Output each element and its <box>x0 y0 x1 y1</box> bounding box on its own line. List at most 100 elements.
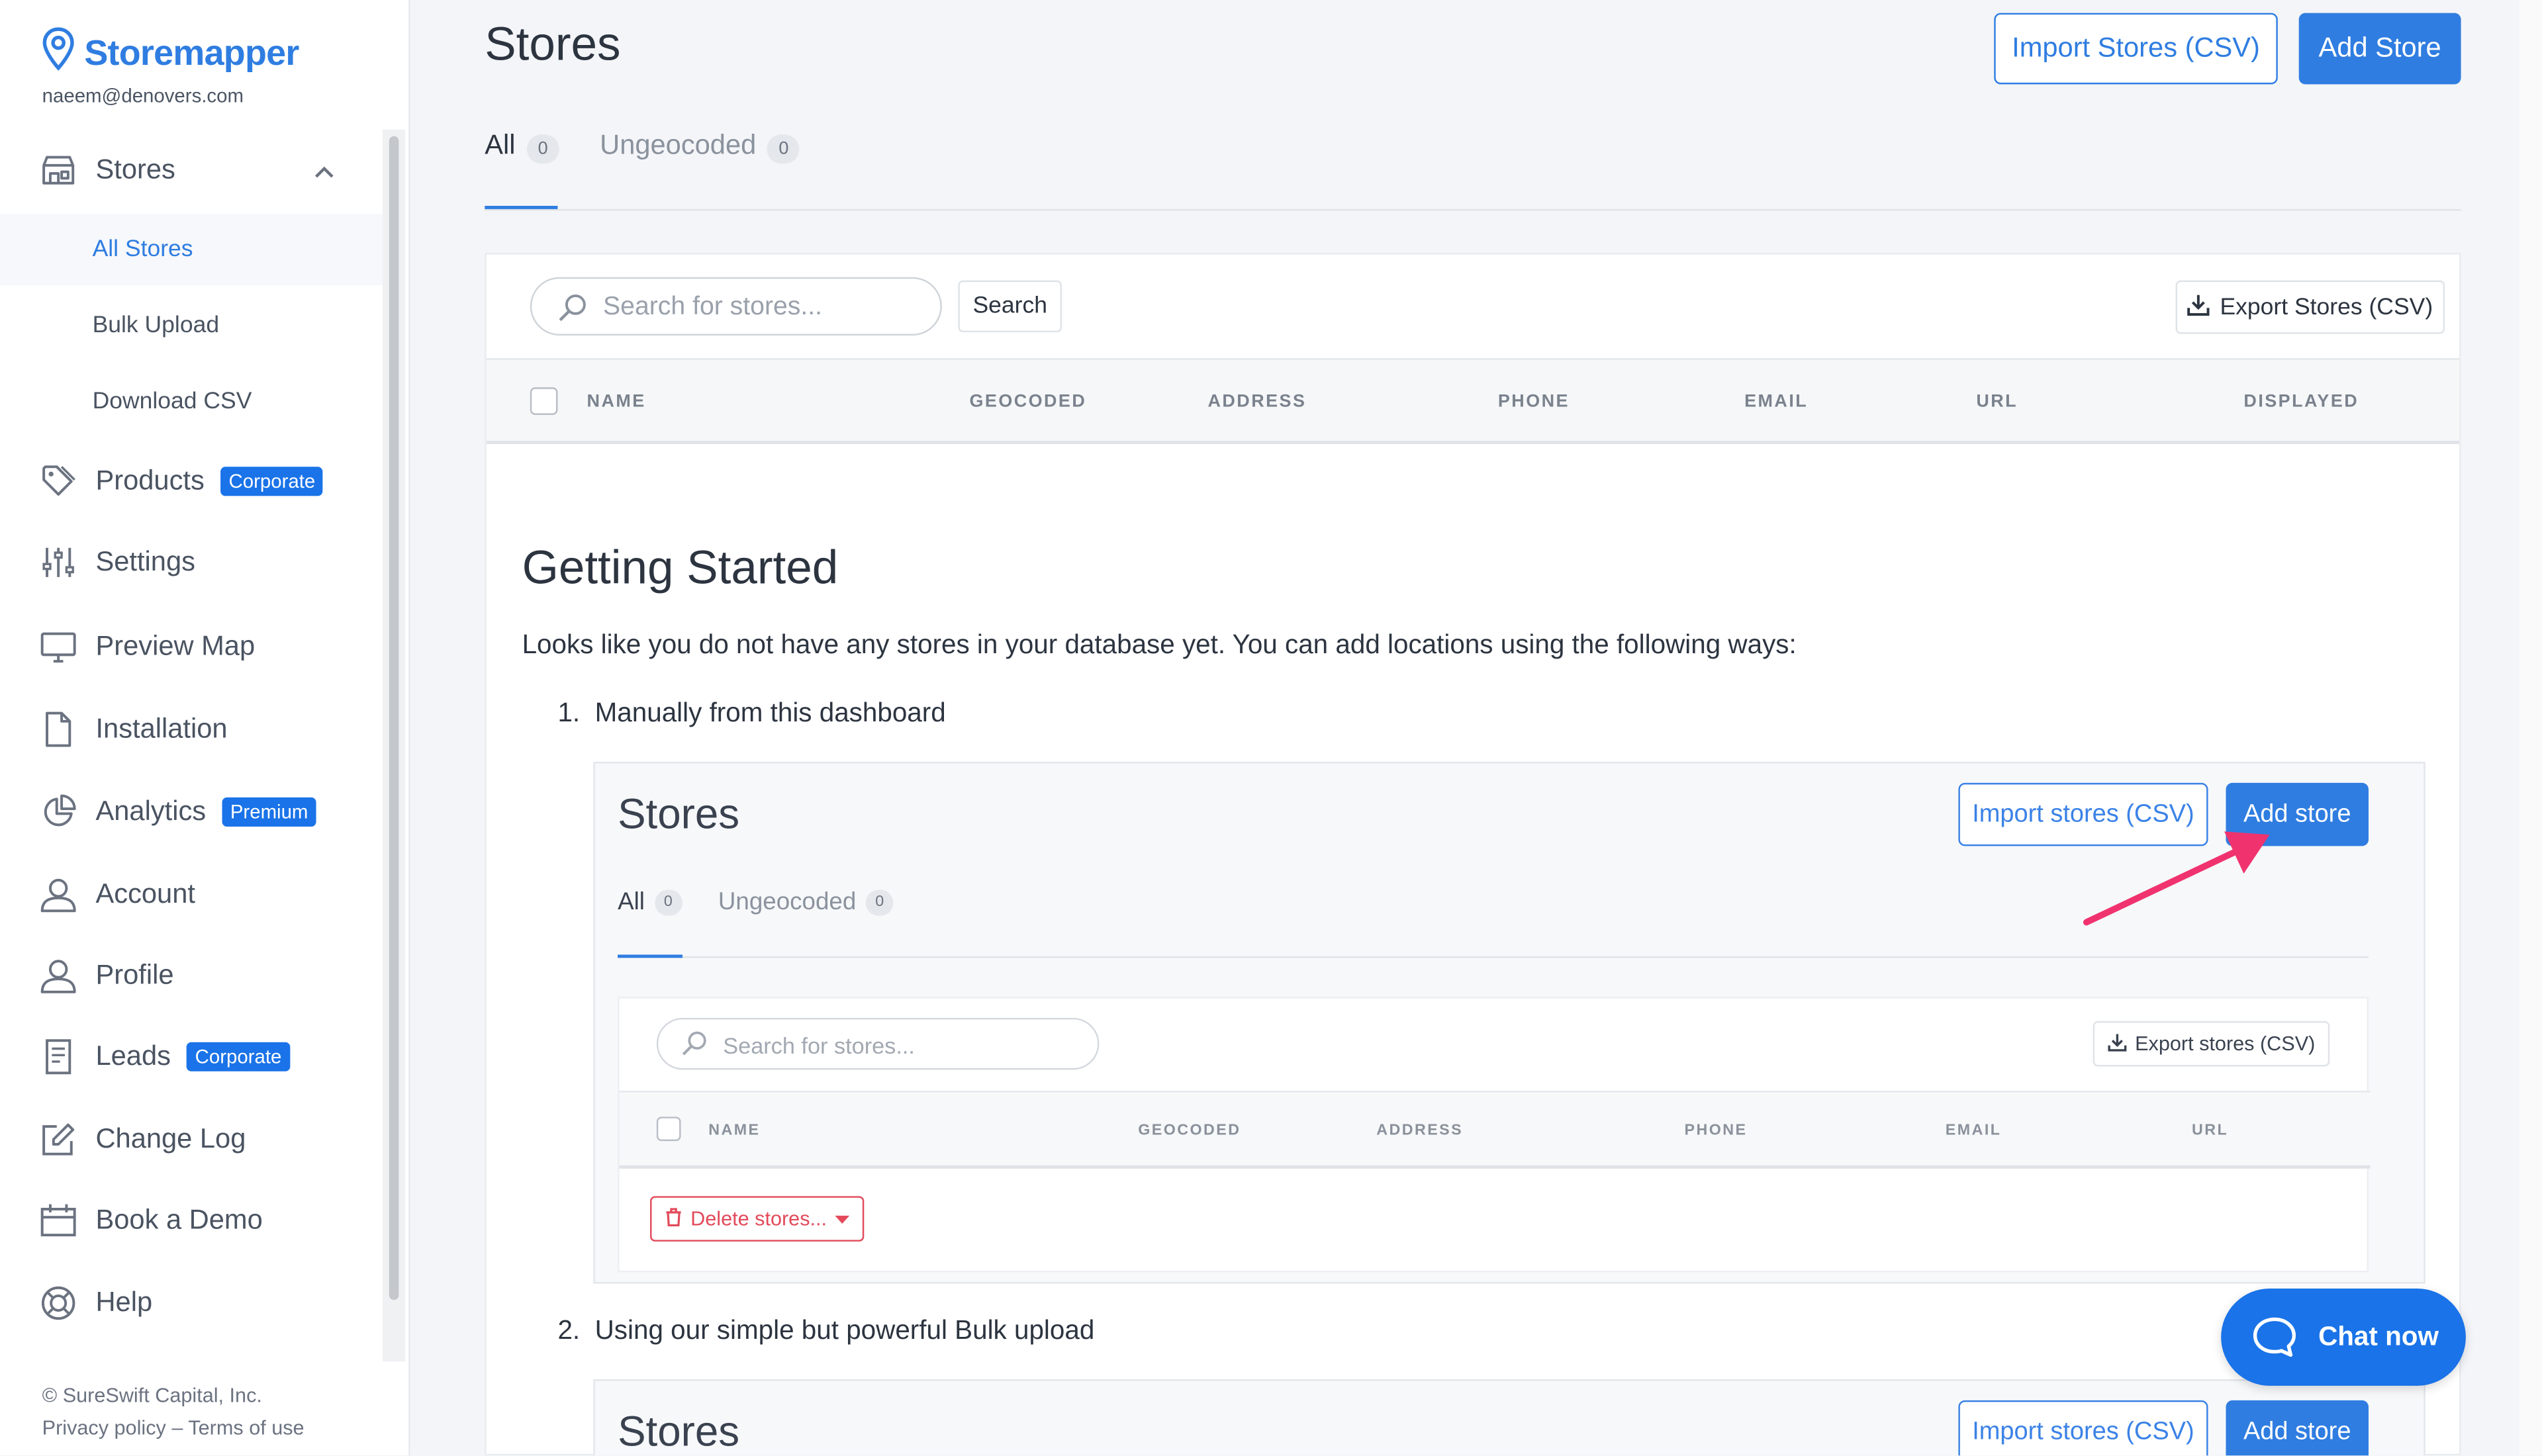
search-icon <box>557 293 587 330</box>
step-text: Using our simple but powerful Bulk uploa… <box>594 1316 1095 1345</box>
example-column-header: ADDRESS <box>1376 1121 1464 1140</box>
logo[interactable]: Storemapper <box>39 26 299 79</box>
sidebar-item-label: Preview Map <box>95 630 256 662</box>
example-column-header: GEOCODED <box>1138 1121 1241 1140</box>
column-header-name[interactable]: NAME <box>587 392 646 412</box>
privacy-link[interactable]: Privacy policy <box>42 1416 166 1439</box>
file-icon <box>40 711 76 747</box>
document-icon <box>40 1039 76 1075</box>
sidebar-item-label: Change Log <box>95 1123 246 1154</box>
sidebar-item-products[interactable]: Products Corporate <box>0 449 383 514</box>
calendar-icon <box>40 1203 76 1238</box>
tab-ungeocoded[interactable]: Ungeocoded 0 <box>600 129 800 164</box>
tab-count: 0 <box>865 889 894 915</box>
step-text: Manually from this dashboard <box>594 698 946 728</box>
chevron-up-icon[interactable] <box>313 159 336 188</box>
search-icon <box>681 1031 707 1062</box>
column-header-displayed[interactable]: DISPLAYED <box>2243 392 2359 412</box>
scrollbar-thumb[interactable] <box>389 136 399 1300</box>
sidebar-item-change-log[interactable]: Change Log <box>0 1107 383 1172</box>
example-search: Search for stores... <box>656 1017 1100 1070</box>
sliders-icon <box>40 545 76 580</box>
sidebar-item-settings[interactable]: Settings <box>0 530 383 595</box>
sidebar-item-label: Account <box>95 878 195 909</box>
sidebar-subitem-label: Download CSV <box>92 388 252 415</box>
sidebar-item-leads[interactable]: Leads Corporate <box>0 1024 383 1089</box>
sidebar-subitem-all-stores[interactable]: All Stores <box>0 214 383 286</box>
download-icon <box>2108 1032 2127 1056</box>
sidebar-item-label: Settings <box>95 546 195 577</box>
user-icon <box>40 877 76 913</box>
search-input[interactable] <box>603 290 927 326</box>
monitor-icon <box>40 629 76 664</box>
store-icon <box>40 152 76 188</box>
active-tab-indicator <box>485 206 558 209</box>
example-card: Search for stores... Export stores (CSV)… <box>618 997 2371 1273</box>
tab-label: All <box>618 888 645 916</box>
chat-bubble-icon <box>2252 1316 2298 1367</box>
sidebar-subitem-download-csv[interactable]: Download CSV <box>0 366 383 437</box>
tab-count: 0 <box>526 134 559 164</box>
stores-card: Search Export Stores (CSV) NAME GEOCODED… <box>485 253 2461 1456</box>
export-stores-button[interactable]: Export Stores (CSV) <box>2175 280 2445 334</box>
brand-name: Storemapper <box>84 31 299 72</box>
example-export-button: Export stores (CSV) <box>2093 1021 2330 1067</box>
store-tabs: All 0 Ungeocoded 0 <box>485 126 2461 211</box>
example-add-button: Add store <box>2226 1400 2369 1456</box>
sidebar-item-label: Leads <box>95 1040 171 1071</box>
search-box <box>530 277 942 336</box>
sidebar-scrollbar[interactable] <box>382 129 406 1362</box>
sidebar-item-stores[interactable]: Stores <box>0 138 383 203</box>
sidebar-item-book-a-demo[interactable]: Book a Demo <box>0 1188 383 1253</box>
edit-icon <box>40 1122 76 1158</box>
corporate-badge: Corporate <box>220 467 324 496</box>
import-stores-button[interactable]: Import Stores (CSV) <box>1994 13 2278 85</box>
example-column-header: PHONE <box>1684 1121 1748 1140</box>
page-scrollbar[interactable] <box>2519 0 2542 1456</box>
example-tab-ungeocoded: Ungeocoded 0 <box>718 888 894 916</box>
example-delete-label: Delete stores... <box>690 1207 827 1230</box>
sidebar-item-profile[interactable]: Profile <box>0 943 383 1008</box>
caret-down-icon <box>835 1208 850 1230</box>
chat-label: Chat now <box>2318 1322 2439 1352</box>
example-export-label: Export stores (CSV) <box>2135 1032 2316 1056</box>
sidebar: Storemapper naeem@denovers.com Stores Al… <box>0 0 410 1456</box>
example-screenshot-manual: Stores Import stores (CSV) Add store All… <box>593 762 2425 1284</box>
example-title: Stores <box>618 789 740 839</box>
example-checkbox <box>656 1116 681 1142</box>
premium-badge: Premium <box>222 797 316 827</box>
example-import-button: Import stores (CSV) <box>1958 1400 2208 1456</box>
tab-all[interactable]: All 0 <box>485 129 559 164</box>
sidebar-item-label: Products <box>95 465 205 496</box>
column-header-address[interactable]: ADDRESS <box>1208 392 1307 412</box>
map-pin-icon <box>39 26 78 79</box>
sidebar-item-help[interactable]: Help <box>0 1271 383 1336</box>
user-email: naeem@denovers.com <box>42 84 244 107</box>
tab-label: All <box>485 129 516 161</box>
search-button[interactable]: Search <box>958 280 1062 333</box>
chat-now-button[interactable]: Chat now <box>2221 1288 2466 1386</box>
sidebar-subitem-label: Bulk Upload <box>92 312 220 339</box>
select-all-checkbox[interactable] <box>530 387 558 415</box>
sidebar-item-preview-map[interactable]: Preview Map <box>0 614 383 679</box>
copyright: © SureSwift Capital, Inc. <box>42 1384 262 1407</box>
column-header-phone[interactable]: PHONE <box>1498 392 1570 412</box>
sidebar-item-label: Stores <box>95 154 175 185</box>
sidebar-item-account[interactable]: Account <box>0 862 383 927</box>
sidebar-item-label: Analytics <box>95 796 207 827</box>
tab-label: Ungeocoded <box>600 129 757 161</box>
example-column-header: EMAIL <box>1945 1121 2002 1140</box>
add-store-button[interactable]: Add Store <box>2298 13 2461 85</box>
step-2: 2. Using our simple but powerful Bulk up… <box>557 1316 1094 1347</box>
table-header: NAME GEOCODED ADDRESS PHONE EMAIL URL DI… <box>486 358 2460 445</box>
column-header-email[interactable]: EMAIL <box>1744 392 1808 412</box>
terms-link[interactable]: Terms of use <box>188 1416 304 1439</box>
arrow-pointer-icon <box>2083 831 2270 926</box>
footer-separator: – <box>171 1416 183 1439</box>
sidebar-subitem-bulk-upload[interactable]: Bulk Upload <box>0 290 383 361</box>
column-header-geocoded[interactable]: GEOCODED <box>970 392 1087 412</box>
sidebar-item-analytics[interactable]: Analytics Premium <box>0 780 383 844</box>
download-icon <box>2187 293 2210 322</box>
column-header-url[interactable]: URL <box>1976 392 2018 412</box>
sidebar-item-installation[interactable]: Installation <box>0 697 383 762</box>
